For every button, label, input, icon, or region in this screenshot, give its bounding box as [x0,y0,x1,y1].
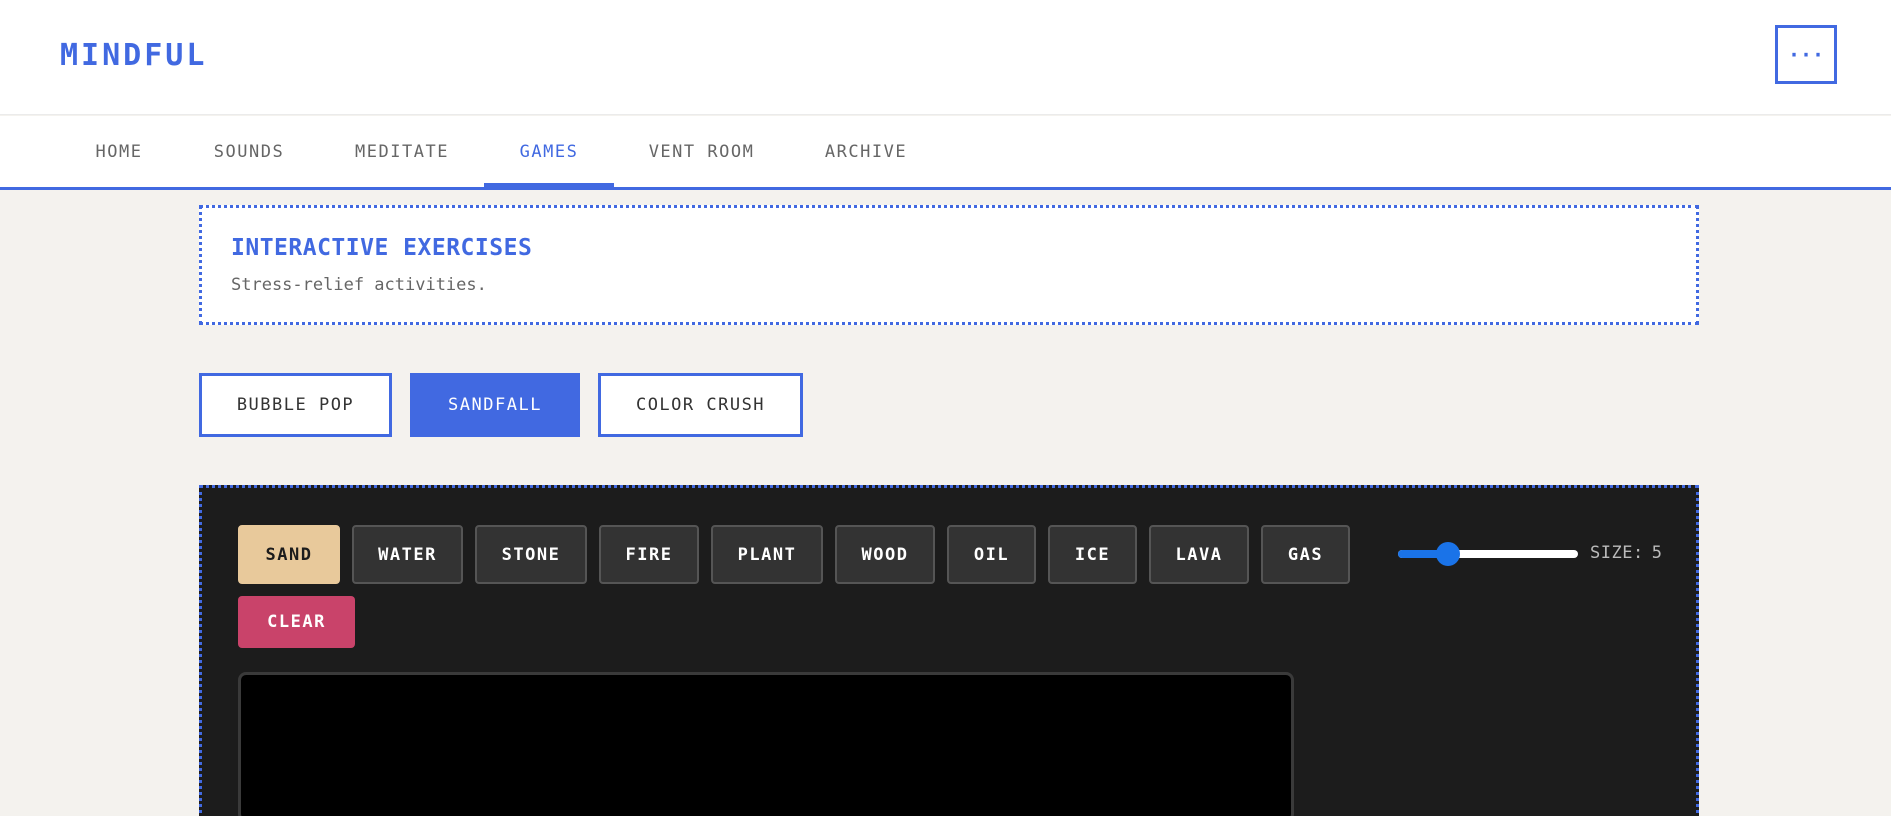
tab-bubble-pop[interactable]: BUBBLE POP [199,373,392,437]
material-gas-button[interactable]: GAS [1261,525,1350,584]
sandbox-canvas[interactable] [238,672,1294,816]
clear-button[interactable]: CLEAR [238,596,355,648]
size-readout: SIZE: 5 [1590,543,1662,563]
material-sand-button[interactable]: SAND [238,525,340,584]
material-oil-button[interactable]: OIL [947,525,1036,584]
tab-color-crush[interactable]: COLOR CRUSH [598,373,803,437]
menu-button[interactable]: ··· [1775,25,1837,84]
material-lava-button[interactable]: LAVA [1149,525,1249,584]
nav-item-home[interactable]: HOME [60,116,178,187]
material-fire-button[interactable]: FIRE [599,525,699,584]
nav-item-archive[interactable]: ARCHIVE [789,116,943,187]
logo[interactable]: MINDFUL [60,38,207,73]
slider-thumb[interactable] [1436,542,1460,566]
size-label: SIZE: [1590,543,1644,563]
material-wood-button[interactable]: WOOD [835,525,935,584]
nav-item-sounds[interactable]: SOUNDS [178,116,320,187]
material-water-button[interactable]: WATER [352,525,463,584]
nav-item-meditate[interactable]: MEDITATE [320,116,484,187]
header: MINDFUL ··· [0,0,1891,115]
main-nav: HOME SOUNDS MEDITATE GAMES VENT ROOM ARC… [0,116,1891,190]
intro-title: INTERACTIVE EXERCISES [231,235,533,261]
brush-size-slider[interactable] [1398,542,1578,566]
intro-card: INTERACTIVE EXERCISES Stress-relief acti… [199,205,1699,325]
material-stone-button[interactable]: STONE [475,525,587,584]
material-ice-button[interactable]: ICE [1048,525,1137,584]
nav-item-vent-room[interactable]: VENT ROOM [614,116,789,187]
intro-subtitle: Stress-relief activities. [231,275,487,295]
tab-sandfall[interactable]: SANDFALL [410,373,580,437]
material-plant-button[interactable]: PLANT [711,525,823,584]
size-value: 5 [1651,543,1663,563]
nav-item-games[interactable]: GAMES [484,116,614,187]
